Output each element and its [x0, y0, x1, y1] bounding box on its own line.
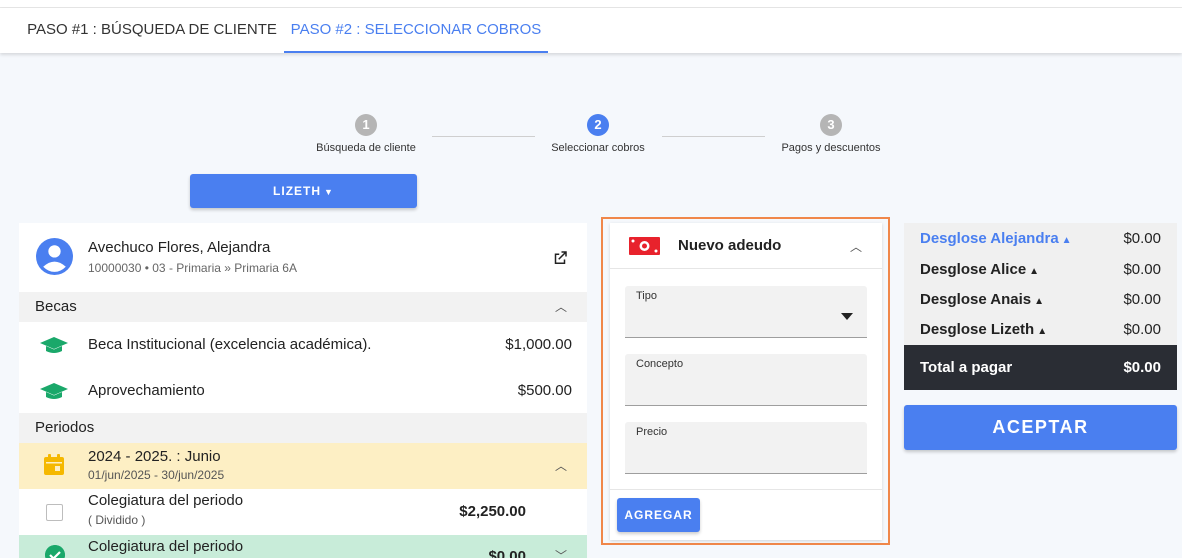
stepper-step-3: 3 Pagos y descuentos: [756, 114, 906, 154]
tipo-label: Tipo: [636, 290, 657, 302]
total-label: Total a pagar: [920, 359, 1013, 376]
summary-row-lizeth[interactable]: Desglose Lizeth ▲ $0.00: [904, 314, 1177, 344]
beca-item: Aprovechamiento $500.00: [19, 368, 587, 414]
summary-value: $0.00: [1123, 261, 1161, 278]
dropdown-arrow-icon: [841, 313, 853, 320]
chevron-up-icon: ▲: [1037, 326, 1048, 337]
summary-value: $0.00: [1123, 291, 1161, 308]
period-row[interactable]: 2024 - 2025. : Junio 01/jun/2025 - 30/ju…: [19, 443, 587, 489]
cobro-name: Colegiatura del periodo: [88, 538, 244, 555]
becas-title: Becas: [35, 298, 77, 315]
stepper-step-1: 1 Búsqueda de cliente: [291, 114, 441, 154]
aceptar-button[interactable]: ACEPTAR: [904, 405, 1177, 450]
agregar-button[interactable]: AGREGAR: [617, 498, 700, 532]
summary-label: Desglose Alice: [920, 261, 1027, 278]
stepper-line: [662, 136, 765, 137]
avatar-icon: [36, 238, 73, 275]
chevron-up-icon: ︿: [849, 240, 862, 254]
tab-seleccionar-cobros[interactable]: PASO #2 : SELECCIONAR COBROS: [284, 8, 548, 53]
beca-name: Beca Institucional (excelencia académica…: [88, 336, 372, 353]
student-profile: Avechuco Flores, Alejandra 10000030 • 03…: [19, 223, 587, 292]
calendar-icon: [44, 454, 64, 475]
chevron-up-icon: ︿: [554, 459, 567, 473]
chevron-up-icon: ▲: [1029, 266, 1040, 277]
summary-value: $0.00: [1123, 321, 1161, 338]
beca-amount: $500.00: [517, 382, 572, 399]
student-selector-button[interactable]: LIZETH ▼: [190, 174, 417, 208]
precio-field[interactable]: Precio: [625, 422, 867, 474]
summary-value: $0.00: [1123, 230, 1161, 247]
check-circle-icon: [45, 545, 65, 558]
cobro-row[interactable]: Colegiatura del periodo ( Dividido ) $2,…: [19, 489, 587, 535]
total-value: $0.00: [1123, 359, 1161, 376]
chevron-down-icon: ▼: [324, 187, 334, 197]
cobro-name: Colegiatura del periodo: [88, 492, 244, 509]
step-number: 2: [587, 114, 609, 136]
tipo-select[interactable]: Tipo: [625, 286, 867, 338]
top-bar: [0, 0, 1182, 8]
summary-label: Desglose Lizeth: [920, 321, 1035, 338]
tab-busqueda-cliente[interactable]: PASO #1 : BÚSQUEDA DE CLIENTE: [20, 8, 284, 53]
money-icon: [629, 237, 660, 255]
cobro-checkbox[interactable]: [46, 504, 63, 521]
period-title: 2024 - 2025. : Junio: [88, 448, 221, 465]
summary-label: Desglose Alejandra: [920, 230, 1059, 247]
becas-header[interactable]: Becas ︿: [19, 292, 587, 322]
cobro-sub: ( Dividido ): [88, 513, 146, 527]
nuevo-adeudo-header[interactable]: Nuevo adeudo ︿: [610, 223, 882, 269]
student-selector-label: LIZETH: [273, 184, 322, 198]
concepto-label: Concepto: [636, 358, 684, 370]
step-label: Seleccionar cobros: [551, 142, 645, 154]
total-row: Total a pagar $0.00: [904, 345, 1177, 390]
cobro-amount: $2,250.00: [459, 503, 526, 520]
student-info: 10000030 • 03 - Primaria » Primaria 6A: [88, 261, 297, 275]
chevron-up-icon: ▲: [1061, 235, 1072, 246]
nuevo-adeudo-card: Nuevo adeudo ︿ Tipo Concepto Precio AGRE…: [610, 223, 882, 540]
stepper: 1 Búsqueda de cliente 2 Seleccionar cobr…: [0, 114, 1182, 164]
summary-panel: Desglose Alejandra ▲ $0.00 Desglose Alice…: [904, 223, 1177, 390]
cobro-amount: $0.00: [488, 548, 526, 558]
student-card: Avechuco Flores, Alejandra 10000030 • 03…: [19, 223, 587, 558]
step-label: Búsqueda de cliente: [316, 142, 416, 154]
beca-item: Beca Institucional (excelencia académica…: [19, 322, 587, 368]
divider: [610, 489, 882, 490]
stepper-line: [432, 136, 535, 137]
summary-row-anais[interactable]: Desglose Anais ▲ $0.00: [904, 284, 1177, 314]
summary-row-alice[interactable]: Desglose Alice ▲ $0.00: [904, 254, 1177, 284]
student-name: Avechuco Flores, Alejandra: [88, 239, 271, 256]
step-number: 3: [820, 114, 842, 136]
chevron-up-icon: ︿: [554, 300, 567, 314]
summary-row-alejandra[interactable]: Desglose Alejandra ▲ $0.00: [904, 223, 1177, 253]
precio-label: Precio: [636, 426, 668, 438]
chevron-up-icon: ▲: [1034, 296, 1045, 307]
graduation-cap-icon: [40, 337, 68, 353]
concepto-input[interactable]: [636, 378, 836, 398]
external-link-icon[interactable]: [551, 249, 569, 267]
stepper-step-2: 2 Seleccionar cobros: [523, 114, 673, 154]
periodos-title: Periodos: [35, 419, 95, 436]
nuevo-adeudo-title: Nuevo adeudo: [678, 237, 782, 254]
beca-name: Aprovechamiento: [88, 382, 205, 399]
beca-amount: $1,000.00: [505, 336, 572, 353]
period-dates: 01/jun/2025 - 30/jun/2025: [88, 468, 225, 482]
step-tabs: PASO #1 : BÚSQUEDA DE CLIENTE PASO #2 : …: [0, 8, 1182, 53]
summary-label: Desglose Anais: [920, 291, 1032, 308]
chevron-down-icon: ﹀: [554, 549, 567, 558]
concepto-field[interactable]: Concepto: [625, 354, 867, 406]
step-number: 1: [355, 114, 377, 136]
periodos-header: Periodos: [19, 413, 587, 443]
cobro-row[interactable]: Colegiatura del periodo $0.00 ﹀: [19, 535, 587, 558]
precio-input[interactable]: [636, 446, 836, 466]
step-label: Pagos y descuentos: [781, 142, 881, 154]
graduation-cap-icon: [40, 383, 68, 399]
